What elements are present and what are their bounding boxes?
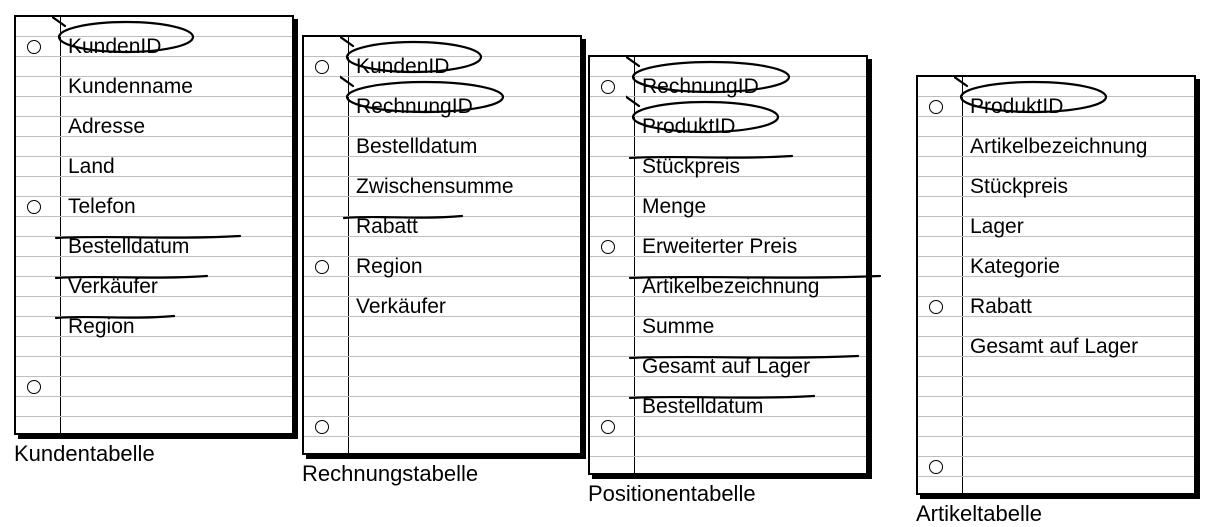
notepad-row	[918, 437, 1194, 457]
notepad-row: Bestelldatum	[304, 137, 580, 157]
notepad-row	[918, 397, 1194, 417]
notepad-caption: Artikeltabelle	[916, 501, 1042, 527]
notepad-row: ProduktID	[918, 97, 1194, 117]
notepad-row	[590, 177, 866, 197]
notepad-row: Gesamt auf Lager	[590, 357, 866, 377]
notepad-row	[918, 377, 1194, 397]
notepad-row	[16, 297, 292, 317]
punch-hole-icon	[601, 420, 615, 434]
notepad-caption: Rechnungstabelle	[302, 461, 478, 487]
notepad-row	[918, 477, 1194, 497]
notepad-row	[918, 457, 1194, 477]
notepad-row	[590, 437, 866, 457]
notepad-row	[304, 397, 580, 417]
notepad-row: Kundenname	[16, 77, 292, 97]
notepad-row: Stückpreis	[918, 177, 1194, 197]
notepad-row: RechnungID	[304, 97, 580, 117]
notepad-row: Bestelldatum	[590, 397, 866, 417]
notepad-row	[918, 197, 1194, 217]
notepad-positionentabelle: RechnungID ProduktID Stückpreis Menge Erweit…	[588, 55, 868, 475]
punch-hole-icon	[929, 100, 943, 114]
notepad-artikeltabelle: ProduktID Artikelbezeichnung Stückpreis Lag…	[916, 75, 1196, 495]
notepad-row: Gesamt auf Lager	[918, 337, 1194, 357]
notepad-row: Telefon	[16, 197, 292, 217]
punch-hole-icon	[27, 40, 41, 54]
notepad-row	[16, 97, 292, 117]
notepad-row: Bestelldatum	[16, 237, 292, 257]
notepad-row: Verkäufer	[16, 277, 292, 297]
notepad-row	[918, 417, 1194, 437]
punch-hole-icon	[27, 380, 41, 394]
notepad-row: RechnungID	[590, 77, 866, 97]
notepad-row	[304, 357, 580, 377]
notepad-row: Rabatt	[304, 217, 580, 237]
notepad-row: Kategorie	[918, 257, 1194, 277]
punch-hole-icon	[929, 460, 943, 474]
notepad-row	[304, 337, 580, 357]
notepad-row: KundenID	[304, 57, 580, 77]
notepad-caption: Kundentabelle	[14, 441, 155, 467]
notepad-row	[16, 337, 292, 357]
notepad-row: KundenID	[16, 37, 292, 57]
punch-hole-icon	[315, 420, 329, 434]
punch-hole-icon	[929, 300, 943, 314]
notepad-row: Stückpreis	[590, 157, 866, 177]
notepad-row: Region	[16, 317, 292, 337]
notepad-row	[16, 137, 292, 157]
notepad-row	[304, 317, 580, 337]
punch-hole-icon	[601, 240, 615, 254]
notepad-row	[16, 417, 292, 437]
punch-hole-icon	[315, 60, 329, 74]
notepad-row: ProduktID	[590, 117, 866, 137]
punch-hole-icon	[27, 200, 41, 214]
notepad-row	[304, 197, 580, 217]
notepad-row	[16, 177, 292, 197]
notepad-row	[16, 377, 292, 397]
notepad-row	[590, 297, 866, 317]
notepad-rechnungstabelle: KundenID RechnungID Bestelldatum Zwischensu…	[302, 35, 582, 455]
punch-hole-icon	[315, 260, 329, 274]
notepad-row	[304, 237, 580, 257]
notepad-row: Erweiterter Preis	[590, 237, 866, 257]
notepad-row: Verkäufer	[304, 297, 580, 317]
notepad-row: Artikelbezeichnung	[590, 277, 866, 297]
notepad-row: Land	[16, 157, 292, 177]
notepad-row: Adresse	[16, 117, 292, 137]
notepad-row	[590, 457, 866, 477]
notepad-row	[590, 417, 866, 437]
notepad-row: Zwischensumme	[304, 177, 580, 197]
punch-hole-icon	[601, 80, 615, 94]
notepad-row: Lager	[918, 217, 1194, 237]
notepad-row	[16, 397, 292, 417]
notepad-row	[304, 377, 580, 397]
notepad-row: Summe	[590, 317, 866, 337]
notepad-row	[918, 357, 1194, 377]
notepad-row	[918, 277, 1194, 297]
notepad-kundentabelle: KundenID Kundenname Adresse Land Telefon Best…	[14, 15, 294, 435]
notepad-row: Menge	[590, 197, 866, 217]
notepad-row	[304, 437, 580, 457]
notepad-row	[304, 417, 580, 437]
notepad-row: Rabatt	[918, 297, 1194, 317]
notepad-caption: Positionentabelle	[588, 481, 756, 507]
notepad-row	[16, 357, 292, 377]
notepad-row: Region	[304, 257, 580, 277]
notepad-row: Artikelbezeichnung	[918, 137, 1194, 157]
